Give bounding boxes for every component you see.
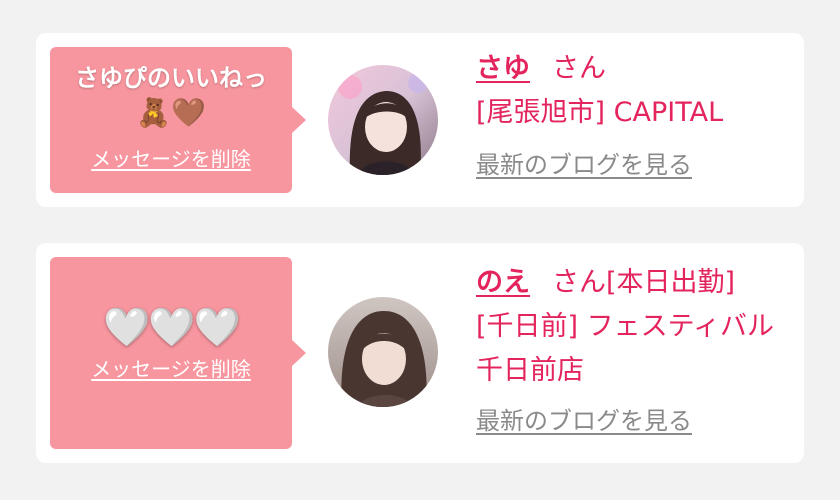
profile-photo-icon: [328, 65, 438, 175]
avatar[interactable]: [328, 65, 438, 175]
shop-name-line1: [千日前] フェスティバル: [476, 311, 775, 342]
honorific: さん: [552, 53, 606, 84]
message-card: さゆぴのいいねっ 🧸🤎 メッセージを削除 さゆ さん [尾張旭市] CAPITA…: [36, 33, 804, 207]
delete-message-link[interactable]: メッセージを削除: [91, 353, 251, 382]
shop-name: [尾張旭市] CAPITAL: [476, 97, 724, 128]
avatar[interactable]: [328, 297, 438, 407]
message-card: 🤍🤍🤍 メッセージを削除 のえ さん[本日出勤] [千日前] フェスティバル 千日…: [36, 243, 804, 463]
sender-info: のえ さん[本日出勤] [千日前] フェスティバル 千日前店 最新のブログを見る: [476, 261, 794, 436]
message-text: さゆぴのいいねっ: [75, 64, 267, 92]
message-emoji: 🧸🤎: [136, 96, 206, 129]
message-bubble: 🤍🤍🤍 メッセージを削除: [50, 257, 306, 449]
shop-name-line2: 千日前店: [476, 355, 584, 386]
latest-blog-link[interactable]: 最新のブログを見る: [476, 145, 692, 180]
sender-info: さゆ さん [尾張旭市] CAPITAL 最新のブログを見る: [476, 47, 794, 180]
honorific: さん: [552, 267, 606, 298]
white-hearts: 🤍🤍🤍: [103, 305, 241, 349]
latest-blog-link[interactable]: 最新のブログを見る: [476, 401, 692, 436]
work-status: [本日出勤]: [606, 267, 736, 298]
sender-name-link[interactable]: さゆ: [476, 53, 530, 84]
profile-photo-icon: [328, 297, 438, 407]
sender-name-link[interactable]: のえ: [476, 267, 530, 298]
message-bubble: さゆぴのいいねっ 🧸🤎 メッセージを削除: [50, 47, 306, 193]
delete-message-link[interactable]: メッセージを削除: [91, 143, 251, 172]
